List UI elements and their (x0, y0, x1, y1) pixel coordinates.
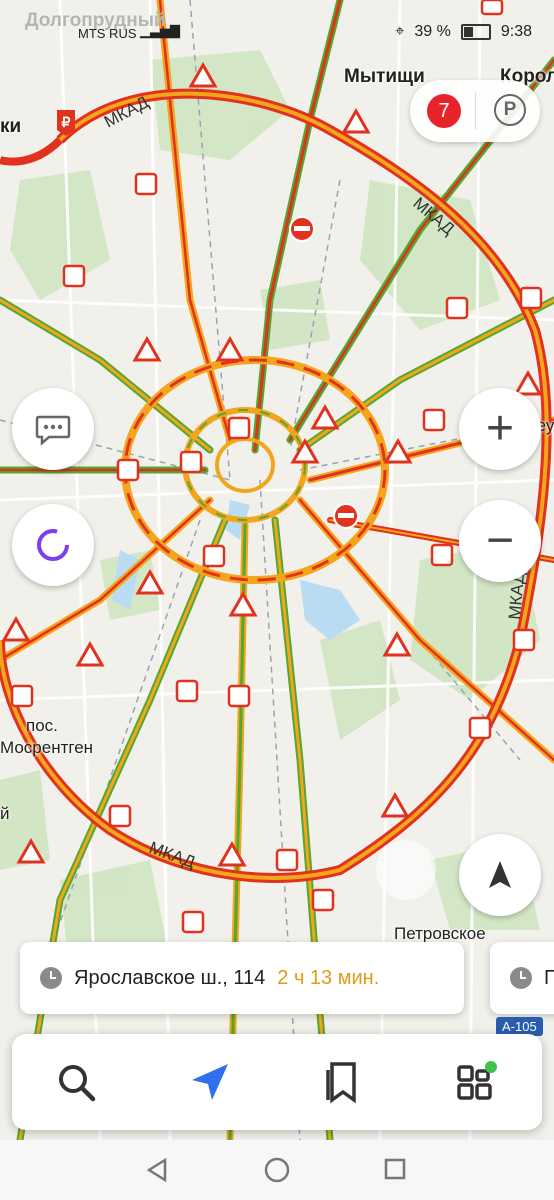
accident-icon (227, 684, 251, 708)
accident-icon (179, 450, 203, 474)
accident-icon (311, 888, 335, 912)
navigator-icon (192, 1064, 228, 1100)
chat-button[interactable] (12, 388, 94, 470)
search-icon (59, 1065, 96, 1102)
accident-icon (468, 716, 492, 740)
location-icon: ⌖ (395, 23, 405, 40)
label-mosrentgen: Мосрентген (0, 738, 94, 757)
label-y: й (0, 804, 10, 823)
accident-icon (116, 458, 140, 482)
parking-button[interactable]: P (494, 94, 526, 126)
clock-icon (510, 967, 532, 989)
accident-icon (134, 172, 158, 196)
alice-button[interactable] (12, 504, 94, 586)
signal-icon: ▁▃▅▇ (140, 23, 180, 38)
accident-icon (108, 804, 132, 828)
accident-icon (202, 544, 226, 568)
accident-icon (175, 679, 199, 703)
my-location-button[interactable] (459, 834, 541, 916)
route-duration: 2 ч 13 мин. (277, 966, 380, 989)
accident-icon (10, 684, 34, 708)
system-nav-bar (0, 1140, 554, 1200)
traffic-score-badge[interactable]: 7 (427, 94, 461, 128)
label-petrovskoe: Петровское (394, 924, 486, 943)
status-bar: Долгопрудный MTS RUS ▁▃▅▇ ⌖ 39 % 9:38 (0, 0, 554, 54)
accident-icon (512, 628, 536, 652)
bookmarks-icon (326, 1062, 356, 1104)
route-destination: Ярославское ш., 114 (74, 966, 266, 989)
carrier-label: MTS RUS (78, 26, 137, 41)
bottom-toolbar (12, 1034, 542, 1130)
bookmarks-button[interactable] (316, 1056, 368, 1108)
navigator-button[interactable] (184, 1056, 236, 1108)
services-button[interactable] (450, 1056, 502, 1108)
route-suggestion-card[interactable]: Ярославское ш., 114 2 ч 13 мин. (20, 942, 464, 1014)
status-right: ⌖ 39 % 9:38 (395, 23, 532, 41)
battery-percent: 39 % (414, 23, 451, 40)
accident-icon (422, 408, 446, 432)
route-suggestion-card-2[interactable]: П (490, 942, 554, 1014)
divider (475, 92, 476, 130)
accident-icon (445, 296, 469, 320)
zoom-out-label: − (485, 514, 515, 567)
accident-icon (227, 416, 251, 440)
label-ki: ки (0, 116, 22, 137)
accident-icon (181, 910, 205, 934)
top-controls: 7 P (410, 80, 540, 142)
accident-icon (519, 286, 543, 310)
zoom-in-button[interactable]: + (459, 388, 541, 470)
accident-icon (430, 543, 454, 567)
zoom-out-button[interactable]: − (459, 500, 541, 582)
accident-icon (62, 264, 86, 288)
clock-time: 9:38 (500, 23, 532, 40)
svg-text:₽: ₽ (62, 114, 71, 130)
navigation-arrow-icon (489, 861, 511, 888)
recents-icon[interactable] (384, 1158, 406, 1180)
compass-ghost (376, 840, 436, 900)
clock-icon (40, 967, 62, 989)
services-icon (457, 1061, 497, 1100)
route-destination-partial: П (544, 966, 554, 989)
accident-icon (275, 848, 299, 872)
battery-icon (460, 24, 491, 40)
back-icon[interactable] (145, 1158, 169, 1182)
label-mytishchi: Мытищи (344, 66, 425, 87)
zoom-in-label: + (485, 402, 515, 455)
search-button[interactable] (50, 1056, 102, 1108)
label-pos: пос. (26, 716, 58, 735)
home-icon[interactable] (264, 1157, 290, 1183)
chat-bubble-icon (35, 415, 71, 446)
alice-assistant-icon (37, 529, 69, 561)
